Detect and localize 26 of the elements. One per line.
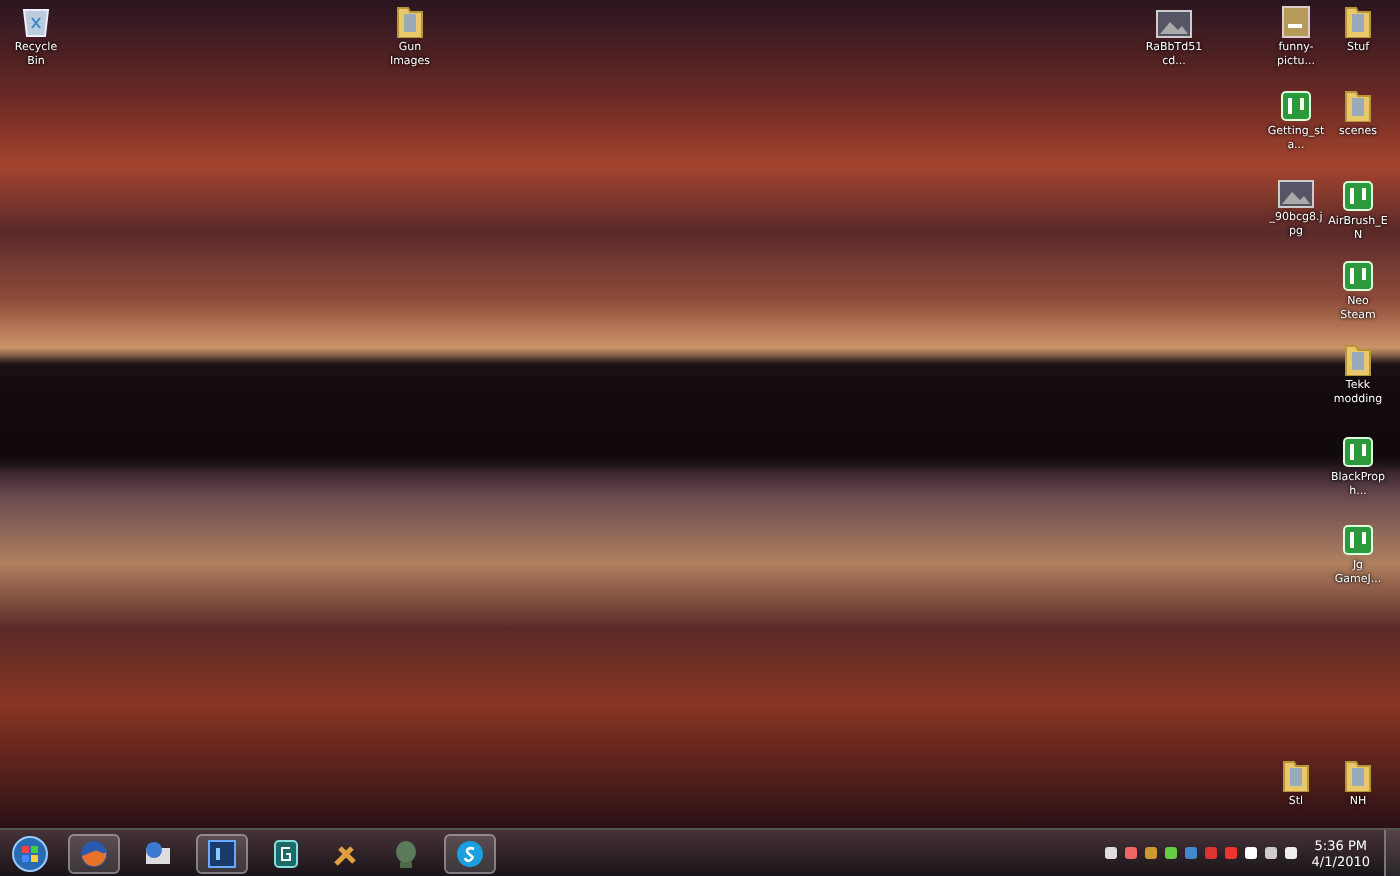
image-file-icon [1278,180,1314,208]
file-icon [1282,6,1310,38]
folder-icon [1282,760,1310,792]
image-file-icon [1156,10,1192,38]
taskbar-button[interactable] [196,833,248,873]
start-button[interactable] [8,833,52,873]
show-desktop-button[interactable] [1384,830,1400,876]
start-orb-icon [12,835,48,871]
app-icon [1342,524,1374,556]
app-icon [1280,90,1312,122]
folder-icon [396,6,424,38]
alien-head-icon [394,839,418,867]
app-icon [1342,180,1374,212]
folder-icon [1344,90,1372,122]
app-icon [274,839,298,867]
chat-app-icon [456,839,484,867]
app-icon [1342,260,1374,292]
app-icon [1342,436,1374,468]
folder-icon [1344,344,1372,376]
mail-icon [144,839,172,867]
recycle-bin-icon [22,6,50,38]
globe-icon [80,839,108,867]
photo-editor-icon [208,839,236,867]
taskbar-button[interactable] [444,833,496,873]
folder-icon [1344,760,1372,792]
folder-icon [1344,6,1372,38]
